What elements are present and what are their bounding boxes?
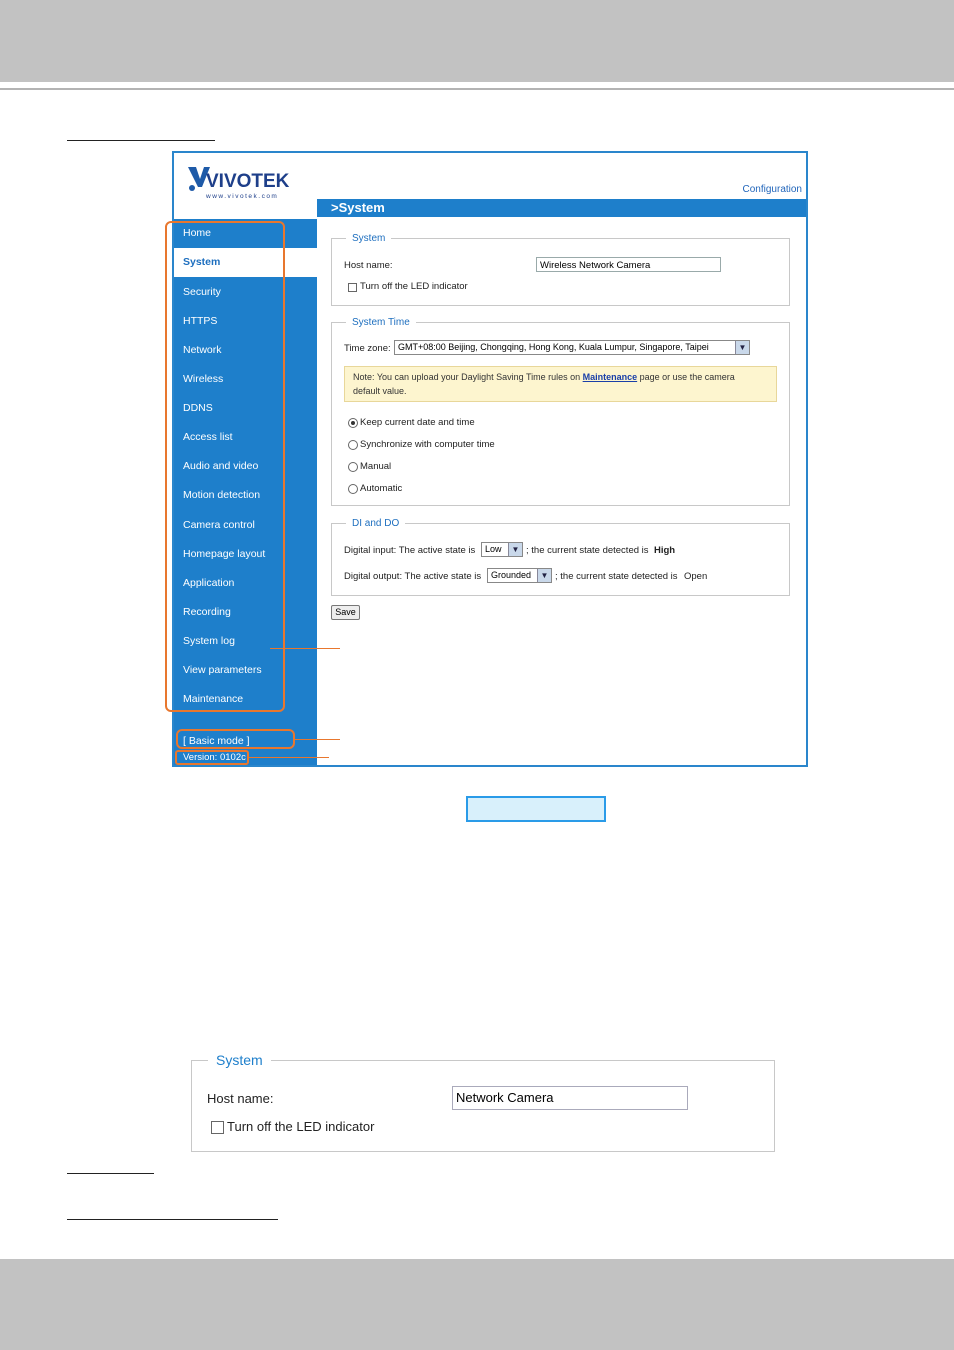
chevron-down-icon: ▼ (537, 569, 551, 582)
version-highlight-box (175, 750, 249, 765)
logo-wordmark: VIVOTEK (206, 171, 290, 192)
di-active-value: Low (485, 544, 502, 554)
header-divider (0, 88, 954, 90)
detail-led-checkbox[interactable] (211, 1121, 224, 1134)
di-state-label: ; the current state detected is (526, 545, 649, 556)
led-label: Turn off the LED indicator (360, 281, 468, 292)
note-text-3: default value. (353, 386, 407, 396)
heading-underline-3 (67, 1219, 278, 1220)
logo-url: www.vivotek.com (205, 193, 278, 200)
radio-manual[interactable] (348, 462, 358, 472)
menu-callout-line (270, 648, 340, 649)
basic-mode-highlight-box (176, 729, 295, 749)
chevron-down-icon: ▼ (508, 543, 522, 556)
do-active-select[interactable]: Grounded ▼ (487, 568, 552, 583)
di-state-value: High (654, 545, 676, 556)
note-text-2: page or use the camera (637, 372, 735, 382)
dst-note: Note: You can upload your Daylight Savin… (344, 366, 777, 402)
detail-host-name-label: Host name: (207, 1091, 274, 1106)
host-name-input[interactable]: Wireless Network Camera (536, 257, 721, 272)
configuration-link[interactable]: Configuration (743, 184, 802, 195)
radio-manual-label: Manual (360, 461, 392, 472)
led-checkbox[interactable] (348, 283, 357, 292)
radio-keep-current-label: Keep current date and time (360, 417, 475, 428)
dido-fieldset: DI and DO (331, 518, 790, 596)
version-callout-line (249, 757, 329, 758)
do-state-label: ; the current state detected is (555, 571, 678, 582)
do-state-value: Open (684, 571, 708, 582)
system-detail-legend: System (216, 1052, 263, 1068)
di-label: Digital input: The active state is (344, 545, 476, 556)
radio-sync-computer[interactable] (348, 440, 358, 450)
do-label: Digital output: The active state is (344, 571, 482, 582)
radio-automatic-label: Automatic (360, 483, 403, 494)
menu-highlight-box (165, 221, 285, 712)
radio-keep-current[interactable] (348, 418, 358, 428)
host-name-label: Host name: (344, 260, 393, 271)
page-title: >System (317, 199, 806, 217)
radio-sync-computer-label: Synchronize with computer time (360, 439, 495, 450)
detail-led-label: Turn off the LED indicator (227, 1119, 375, 1134)
time-zone-select[interactable]: GMT+08:00 Beijing, Chongqing, Hong Kong,… (394, 340, 750, 355)
di-active-select[interactable]: Low ▼ (481, 542, 523, 557)
caption-box (466, 796, 606, 822)
system-legend: System (352, 233, 386, 244)
system-time-legend: System Time (352, 317, 410, 328)
time-zone-value: GMT+08:00 Beijing, Chongqing, Hong Kong,… (398, 342, 709, 352)
time-zone-label: Time zone: (344, 343, 391, 354)
note-text: Note: You can upload your Daylight Savin… (353, 372, 583, 382)
detail-host-name-input[interactable]: Network Camera (452, 1086, 688, 1110)
do-active-value: Grounded (491, 570, 532, 580)
page-footer-band (0, 1259, 954, 1350)
dido-legend: DI and DO (352, 518, 400, 529)
basic-mode-callout-line (295, 739, 340, 740)
page-header-band (0, 0, 954, 82)
section-heading-underline (67, 140, 215, 141)
save-button[interactable]: Save (331, 605, 360, 620)
radio-automatic[interactable] (348, 484, 358, 494)
maintenance-link[interactable]: Maintenance (583, 372, 638, 382)
chevron-down-icon: ▼ (735, 341, 749, 354)
vivotek-logo: VIVOTEK www.vivotek.com (188, 167, 290, 200)
heading-underline-2 (67, 1173, 154, 1174)
